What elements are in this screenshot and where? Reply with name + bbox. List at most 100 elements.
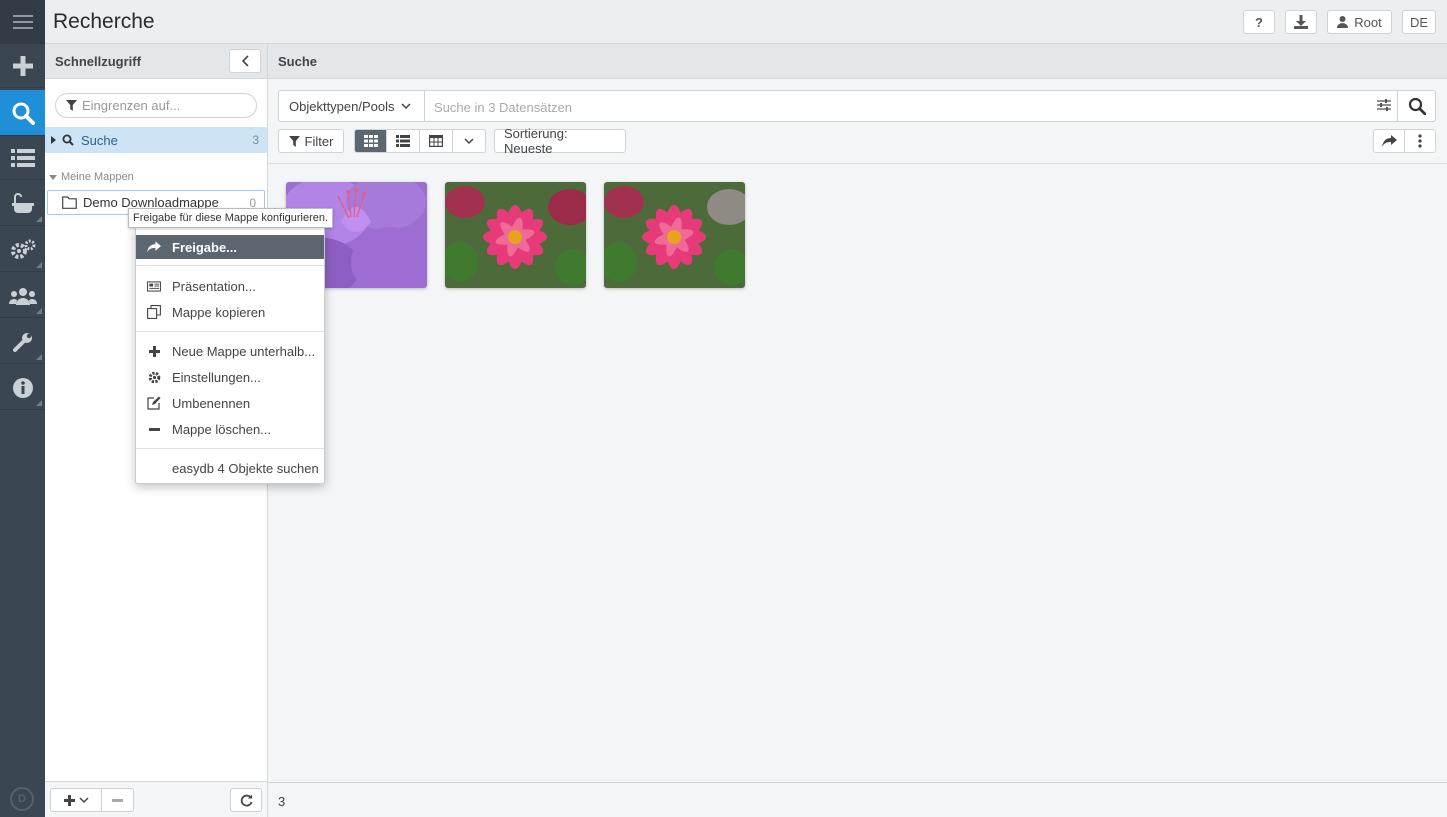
search-field: Objekttypen/Pools Suche in 3 Datensätzen <box>278 90 1436 122</box>
share-button[interactable] <box>1373 129 1405 153</box>
caret-down-icon <box>49 174 57 180</box>
result-count: 3 <box>278 794 286 809</box>
quick-access-title: Schnellzugriff <box>55 54 141 69</box>
plus-icon <box>63 794 75 806</box>
search-icon[interactable] <box>0 90 45 136</box>
language-label: DE <box>1409 14 1429 30</box>
menu-item-easydb4-search[interactable]: easydb 4 Objekte suchen <box>136 456 324 480</box>
bathtub-icon[interactable] <box>0 182 45 226</box>
quick-access-filter-input[interactable]: Eingrenzen auf... <box>55 93 257 118</box>
filter-label: Filter <box>304 133 334 149</box>
gears-icon[interactable] <box>0 228 45 272</box>
remove-folder-button[interactable] <box>101 788 134 812</box>
grid-view-button[interactable] <box>354 129 387 153</box>
main-header: Suche <box>268 44 1447 79</box>
plus-icon <box>147 344 161 358</box>
results-area <box>268 164 1447 782</box>
menu-divider <box>136 265 324 266</box>
flower-image <box>604 182 745 288</box>
my-folders-section[interactable]: Meine Mappen <box>49 171 134 183</box>
search-options-icon[interactable] <box>1377 98 1391 115</box>
tree-item-count: 3 <box>252 133 259 147</box>
chevron-down-icon <box>78 796 89 803</box>
menu-item-label: Umbenennen <box>172 395 251 411</box>
objecttypes-dropdown[interactable]: Objekttypen/Pools <box>279 91 425 121</box>
left-nav-rail: D <box>0 0 45 817</box>
plus-icon[interactable] <box>0 44 45 88</box>
user-button[interactable]: Root <box>1327 10 1392 34</box>
sort-label: Sortierung: Neueste <box>504 126 568 156</box>
menu-item-label: Mappe löschen... <box>172 421 272 437</box>
view-switcher <box>354 129 486 153</box>
more-options-button[interactable] <box>1404 129 1436 153</box>
chevron-down-icon <box>464 137 474 144</box>
help-button[interactable]: ? <box>1243 10 1275 34</box>
download-icon <box>1294 15 1308 29</box>
top-bar: Recherche ? Root DE <box>45 0 1447 44</box>
refresh-icon <box>240 794 252 806</box>
presentation-icon <box>147 279 161 293</box>
list-icon[interactable] <box>0 136 45 180</box>
wrench-icon[interactable] <box>0 320 45 364</box>
menu-item-copy-folder[interactable]: Mappe kopieren <box>136 300 324 324</box>
menu-item-presentation[interactable]: Präsentation... <box>136 274 324 298</box>
table-view-button[interactable] <box>420 129 453 153</box>
gear-icon <box>147 370 161 384</box>
sort-button[interactable]: Sortierung: Neueste <box>494 126 626 156</box>
filter-button[interactable]: Filter <box>278 129 344 153</box>
copy-icon <box>147 305 161 319</box>
filter-icon <box>288 135 300 147</box>
add-folder-button[interactable] <box>50 788 102 812</box>
page-title: Recherche <box>53 10 155 33</box>
kebab-icon <box>1418 134 1422 148</box>
result-thumbnail[interactable] <box>445 182 586 288</box>
menu-item-new-subfolder[interactable]: Neue Mappe unterhalb... <box>136 339 324 363</box>
menu-item-share[interactable]: Freigabe... <box>136 235 324 259</box>
quick-access-footer <box>45 781 267 817</box>
minus-icon <box>112 798 123 802</box>
user-icon <box>1337 16 1349 28</box>
help-label: ? <box>1255 14 1263 30</box>
search-input[interactable]: Suche in 3 Datensätzen <box>434 100 572 115</box>
main-title: Suche <box>278 54 318 69</box>
quick-access-header: Schnellzugriff <box>45 44 267 79</box>
info-icon[interactable] <box>0 366 45 410</box>
filter-icon <box>66 100 77 111</box>
tree-item-search[interactable]: Suche 3 <box>45 127 267 153</box>
folder-icon <box>62 196 77 209</box>
menu-divider <box>136 331 324 332</box>
menu-item-label: easydb 4 Objekte suchen <box>172 460 319 476</box>
list-icon <box>396 135 410 147</box>
users-icon[interactable] <box>0 274 45 318</box>
share-icon <box>147 240 161 254</box>
list-view-button[interactable] <box>387 129 420 153</box>
tree-item-label: Suche <box>81 132 118 148</box>
collapse-panel-button[interactable] <box>229 49 261 73</box>
chevron-down-icon <box>400 102 411 109</box>
result-thumbnail[interactable] <box>604 182 745 288</box>
search-icon <box>62 134 74 146</box>
context-menu: Freigabe... Präsentation... Mappe kopier… <box>135 226 325 484</box>
view-options-dropdown[interactable] <box>453 129 486 153</box>
download-button[interactable] <box>1285 10 1317 34</box>
menu-icon[interactable] <box>0 0 45 44</box>
refresh-button[interactable] <box>230 788 262 812</box>
menu-item-delete-folder[interactable]: Mappe löschen... <box>136 417 324 441</box>
tooltip: Freigabe für diese Mappe konfigurieren. <box>128 208 334 228</box>
menu-item-label: Einstellungen... <box>172 369 261 385</box>
minus-icon <box>147 422 161 436</box>
menu-item-label: Neue Mappe unterhalb... <box>172 343 316 359</box>
search-toolbar: Objekttypen/Pools Suche in 3 Datensätzen… <box>268 79 1447 164</box>
language-button[interactable]: DE <box>1402 10 1436 34</box>
menu-item-label: Mappe kopieren <box>172 304 266 320</box>
menu-item-rename[interactable]: Umbenennen <box>136 391 324 415</box>
results-footer: 3 <box>268 782 1447 817</box>
menu-item-settings[interactable]: Einstellungen... <box>136 365 324 389</box>
search-submit-button[interactable] <box>1397 91 1435 121</box>
grid-icon <box>363 135 378 147</box>
chevron-left-icon <box>241 55 249 67</box>
objecttypes-label: Objekttypen/Pools <box>289 98 395 114</box>
search-icon <box>1408 97 1426 115</box>
share-icon <box>1381 135 1397 147</box>
table-icon <box>429 135 443 147</box>
